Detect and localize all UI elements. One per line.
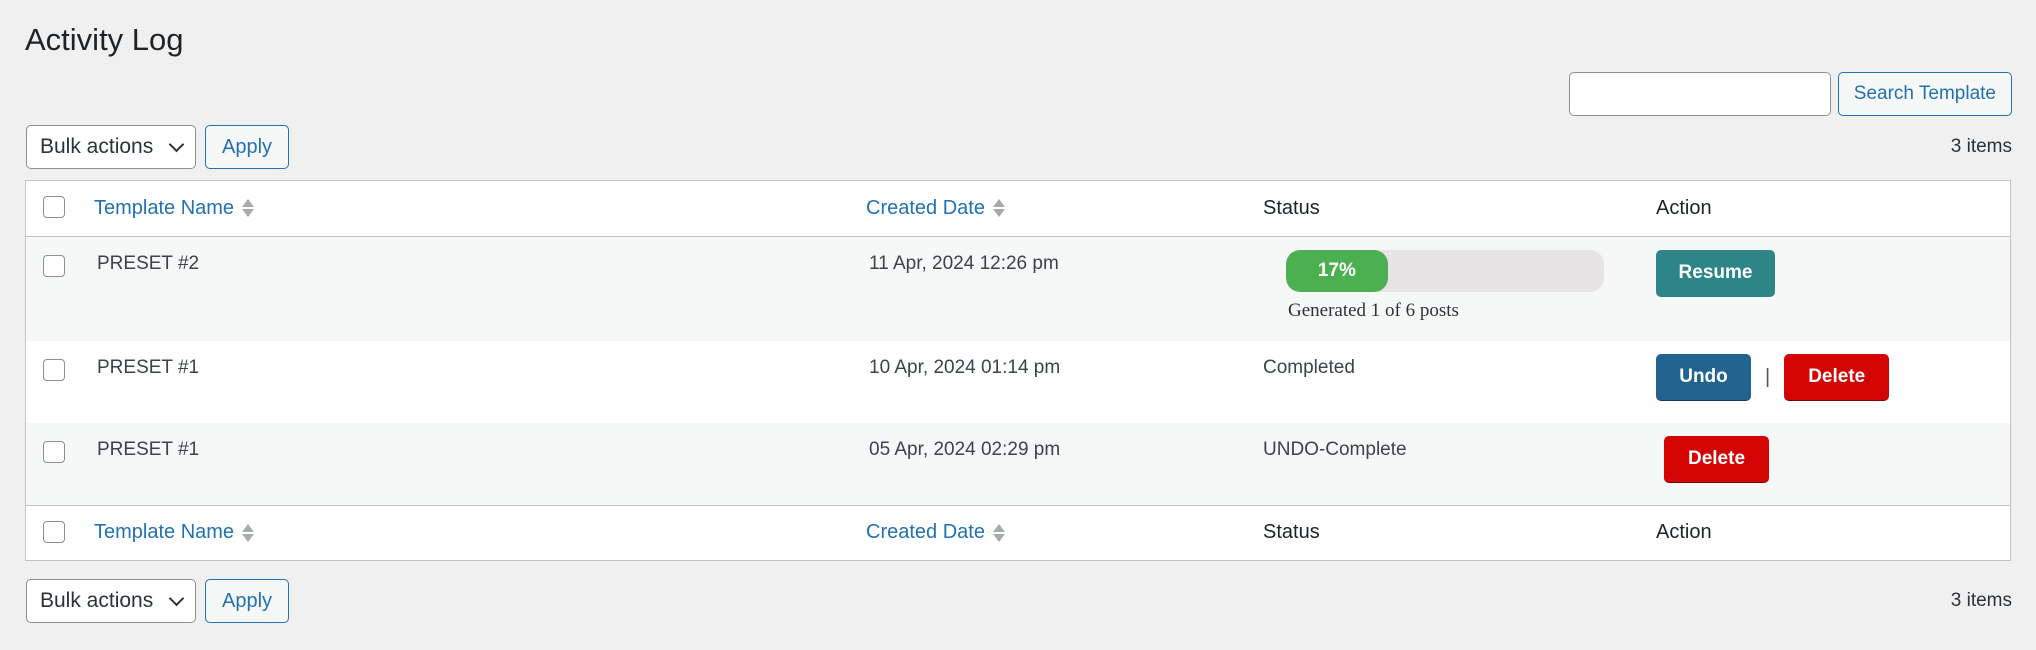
sort-arrows-icon	[992, 523, 1005, 542]
row-checkbox[interactable]	[43, 254, 65, 277]
sort-created-date-bottom[interactable]: Created Date	[866, 521, 1005, 544]
resume-button[interactable]: Resume	[1656, 249, 1775, 297]
items-count-bottom: 3 items	[1950, 590, 2012, 611]
select-all-checkbox-bottom[interactable]	[43, 520, 65, 543]
action-separator: |	[1765, 366, 1771, 388]
apply-button-bottom[interactable]: Apply	[205, 579, 289, 623]
chevron-down-icon	[168, 136, 185, 152]
delete-button[interactable]: Delete	[1664, 436, 1769, 483]
table-footer-row: Template Name Created Date Status Action	[26, 505, 2010, 560]
sort-arrows-icon	[992, 199, 1005, 218]
progress-caption: Generated 1 of 6 posts	[1288, 299, 1459, 321]
sort-template-name-bottom[interactable]: Template Name	[94, 521, 255, 544]
search-template-button[interactable]: Search Template	[1837, 72, 2012, 116]
progress-track: 17%	[1286, 249, 1604, 292]
created-date: 05 Apr, 2024 02:29 pm	[869, 439, 1061, 460]
search-box: Search Template	[1568, 72, 2012, 116]
delete-button[interactable]: Delete	[1784, 354, 1890, 401]
created-date: 11 Apr, 2024 12:26 pm	[869, 252, 1059, 274]
bulk-actions-select[interactable]: Bulk actions	[26, 125, 196, 169]
select-all-checkbox[interactable]	[43, 196, 65, 219]
activity-table: Template Name Created Date Status Action…	[25, 180, 2011, 561]
items-count: 3 items	[1950, 136, 2012, 157]
column-header-action: Action	[1656, 196, 1712, 219]
template-name: PRESET #2	[97, 252, 200, 274]
column-footer-action: Action	[1656, 521, 1712, 544]
bulk-actions-label: Bulk actions	[40, 135, 154, 158]
table-row: PRESET #1 05 Apr, 2024 02:29 pm UNDO-Com…	[26, 423, 2010, 505]
bulk-actions-label: Bulk actions	[40, 589, 154, 612]
column-header-created-date: Created Date	[866, 196, 985, 219]
sort-template-name[interactable]: Template Name	[94, 196, 255, 220]
column-footer-template-name: Template Name	[94, 521, 235, 544]
page-title: Activity Log	[25, 22, 184, 57]
sort-created-date[interactable]: Created Date	[866, 197, 1005, 220]
search-input[interactable]	[1568, 72, 1831, 116]
table-row: PRESET #1 10 Apr, 2024 01:14 pm Complete…	[26, 341, 2010, 423]
column-header-status: Status	[1263, 196, 1320, 219]
column-footer-created-date: Created Date	[866, 521, 985, 544]
undo-button[interactable]: Undo	[1656, 354, 1751, 401]
column-footer-status: Status	[1263, 521, 1320, 544]
status-text: UNDO-Complete	[1263, 439, 1407, 460]
chevron-down-icon	[168, 590, 185, 606]
template-name: PRESET #1	[97, 439, 200, 460]
table-row: PRESET #2 11 Apr, 2024 12:26 pm 17% Gene…	[26, 236, 2010, 341]
row-checkbox[interactable]	[43, 359, 65, 381]
sort-arrows-icon	[242, 199, 255, 218]
table-header-row: Template Name Created Date Status Action	[26, 181, 2010, 236]
bulk-actions-select-bottom[interactable]: Bulk actions	[26, 579, 196, 623]
progress-fill: 17%	[1286, 249, 1388, 292]
status-text: Completed	[1263, 357, 1355, 378]
tablenav-top: Bulk actions Apply 3 items	[26, 125, 2012, 169]
tablenav-bottom: Bulk actions Apply 3 items	[26, 579, 2012, 623]
template-name: PRESET #1	[97, 357, 200, 378]
column-header-template-name: Template Name	[94, 196, 235, 219]
apply-button[interactable]: Apply	[205, 125, 289, 169]
status-progress: 17% Generated 1 of 6 posts	[1262, 237, 1656, 322]
sort-arrows-icon	[242, 523, 255, 542]
row-checkbox[interactable]	[43, 441, 65, 463]
created-date: 10 Apr, 2024 01:14 pm	[869, 357, 1061, 378]
